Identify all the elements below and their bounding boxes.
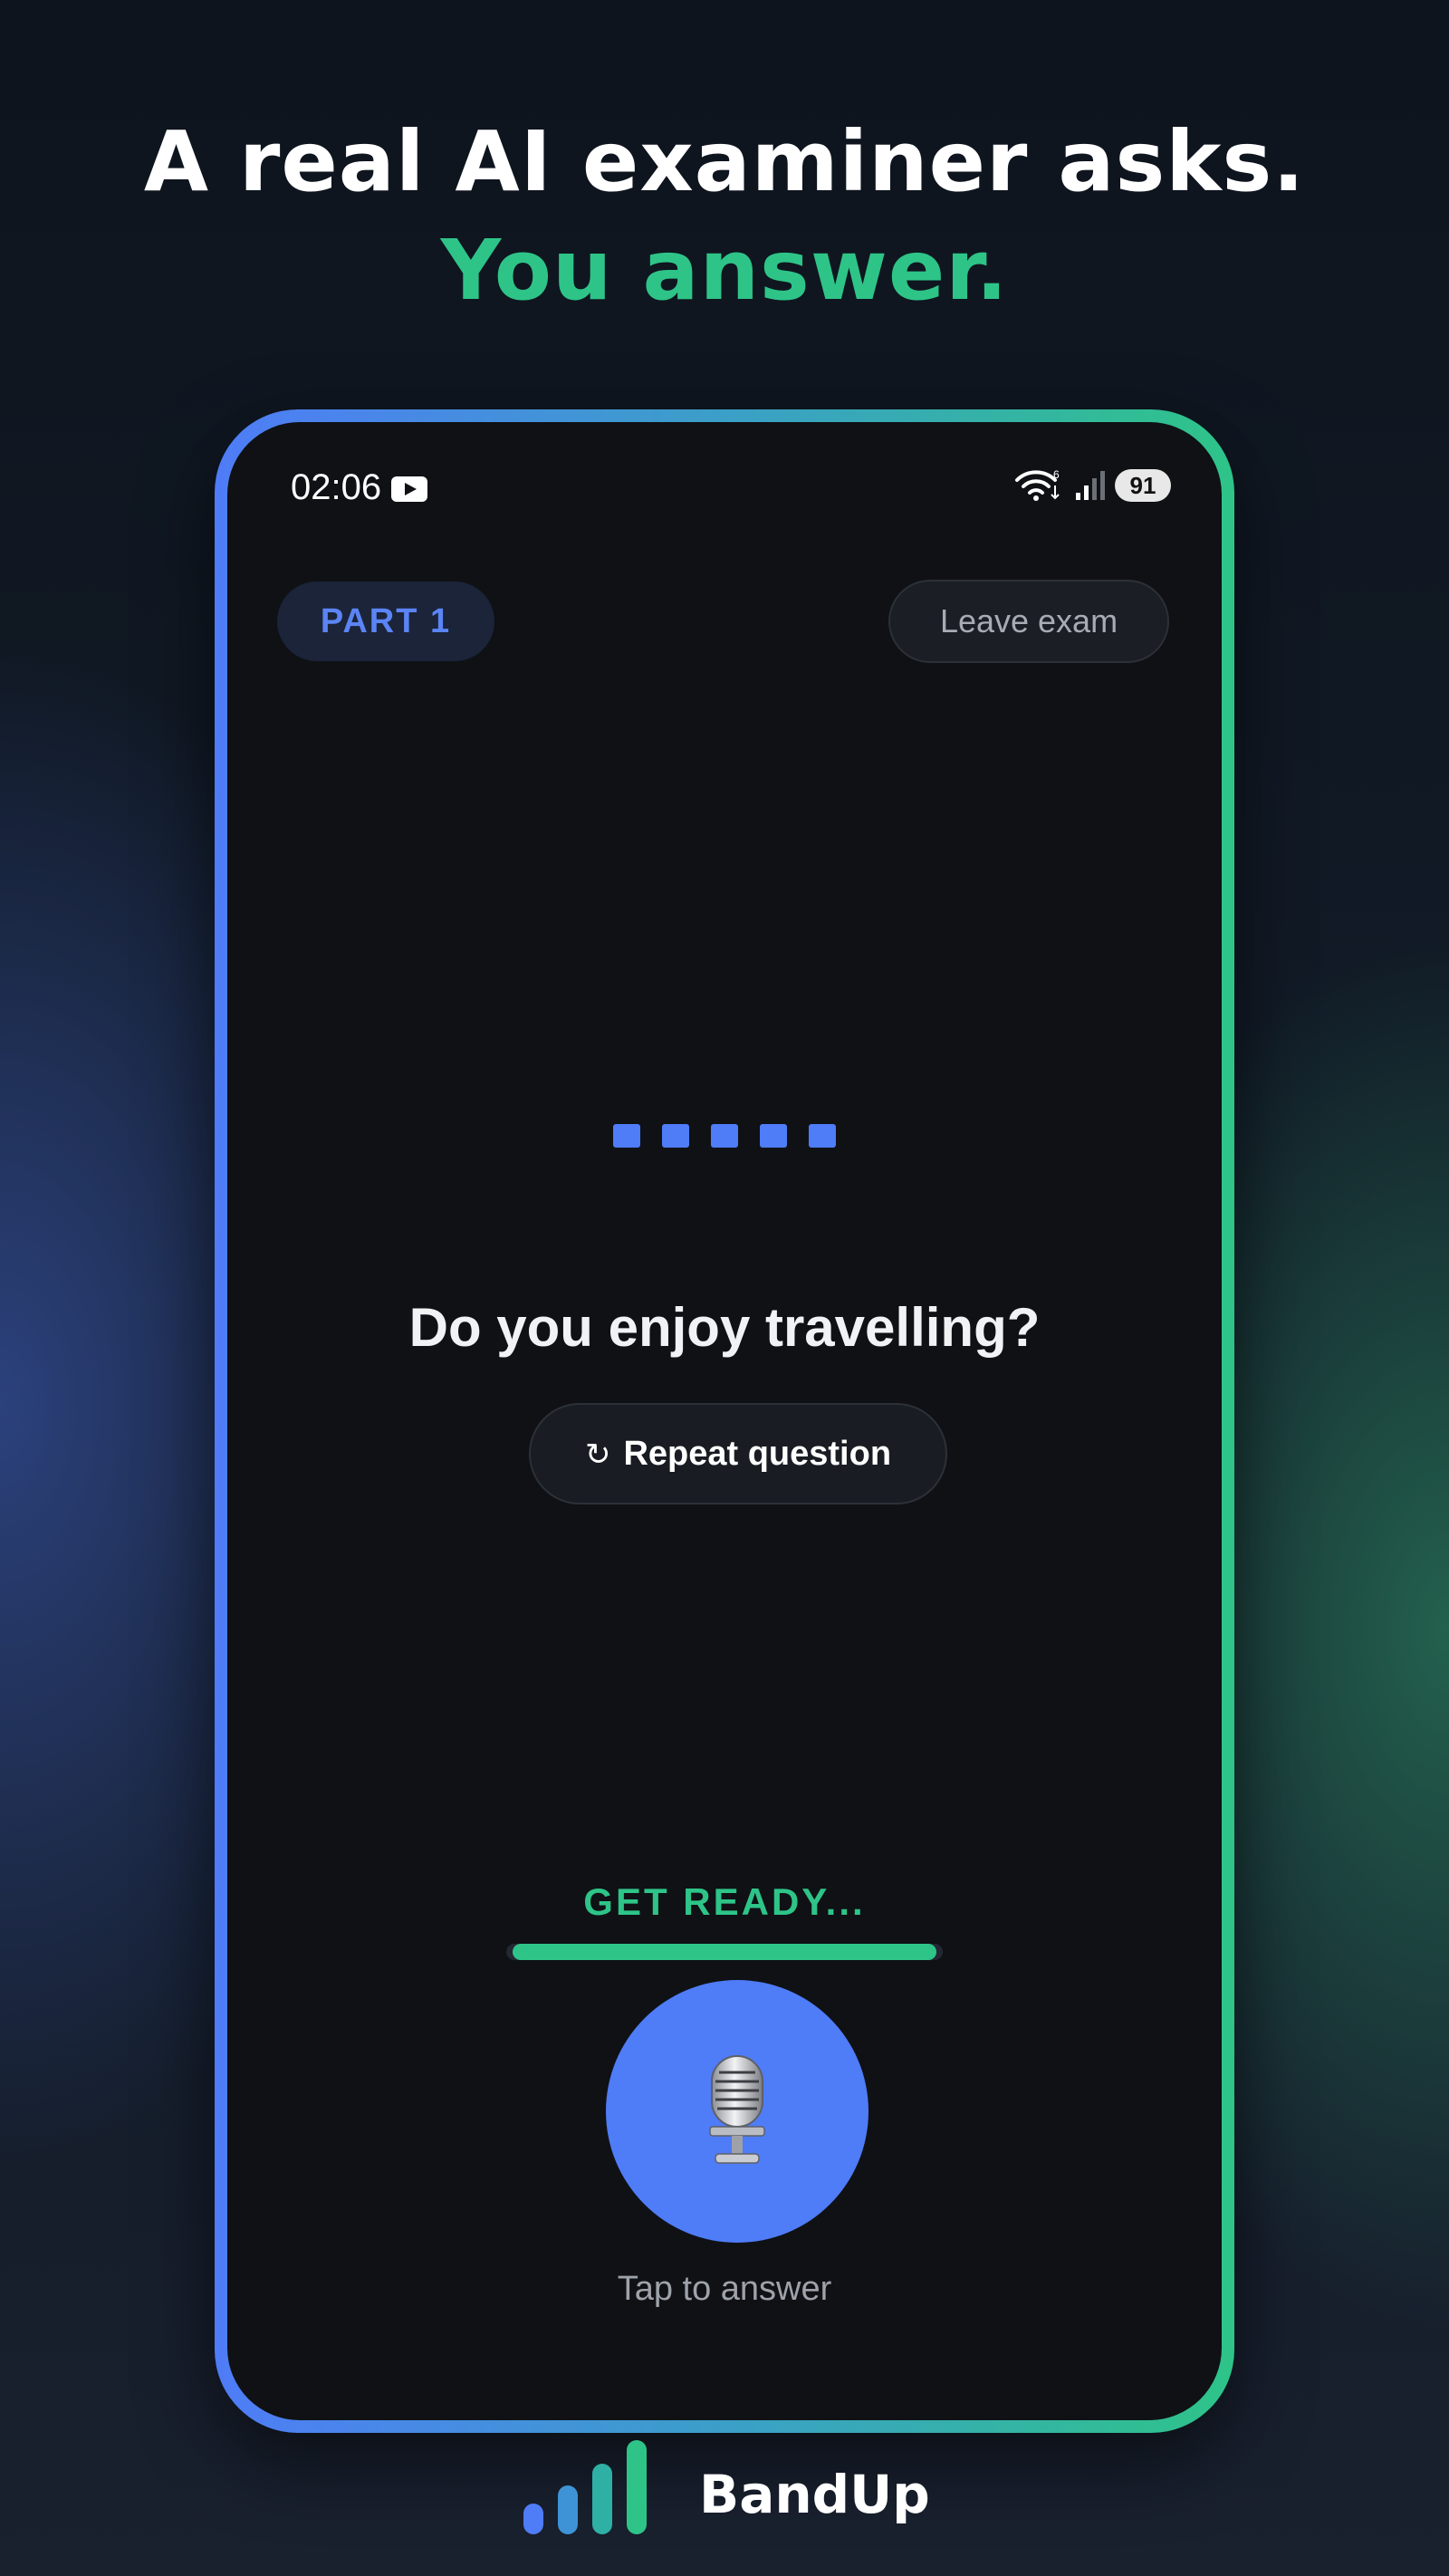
- speaking-indicator: [613, 1124, 836, 1148]
- repeat-question-label: Repeat question: [623, 1435, 892, 1473]
- tap-to-answer-label: Tap to answer: [617, 2270, 832, 2308]
- repeat-icon: ↻: [584, 1437, 611, 1473]
- signal-icon: [1076, 471, 1105, 500]
- brand-logo: [522, 2438, 657, 2538]
- wifi-icon: 6: [1015, 468, 1060, 501]
- repeat-question-button[interactable]: ↻ Repeat question: [529, 1403, 947, 1504]
- headline-line-2: You answer.: [440, 222, 1009, 319]
- microphone-button[interactable]: [606, 1980, 868, 2243]
- svg-text:6: 6: [1053, 468, 1060, 481]
- indicator-dot: [662, 1124, 689, 1148]
- youtube-icon: [391, 476, 427, 502]
- brand-name: BandUp: [699, 2464, 930, 2525]
- phone-screen: 02:06 6 91 PART 1 Leave exam Do you enjo…: [227, 422, 1222, 2420]
- indicator-dot: [711, 1124, 738, 1148]
- leave-exam-button[interactable]: Leave exam: [888, 580, 1169, 663]
- countdown-progress-fill: [513, 1944, 936, 1960]
- get-ready-label: GET READY...: [583, 1880, 866, 1923]
- indicator-dot: [760, 1124, 787, 1148]
- indicator-dot: [809, 1124, 836, 1148]
- countdown-progress-bar: [506, 1944, 943, 1960]
- bars-logo-icon: [523, 2440, 647, 2534]
- part-badge: PART 1: [277, 582, 494, 661]
- battery-icon: 91: [1115, 469, 1171, 502]
- microphone-icon: [709, 2055, 765, 2164]
- phone-frame: 02:06 6 91 PART 1 Leave exam Do you enjo…: [215, 409, 1234, 2433]
- headline-line-1: A real AI examiner asks.: [143, 113, 1306, 210]
- status-time: 02:06: [291, 467, 382, 507]
- indicator-dot: [613, 1124, 640, 1148]
- question-text: Do you enjoy travelling?: [408, 1297, 1041, 1358]
